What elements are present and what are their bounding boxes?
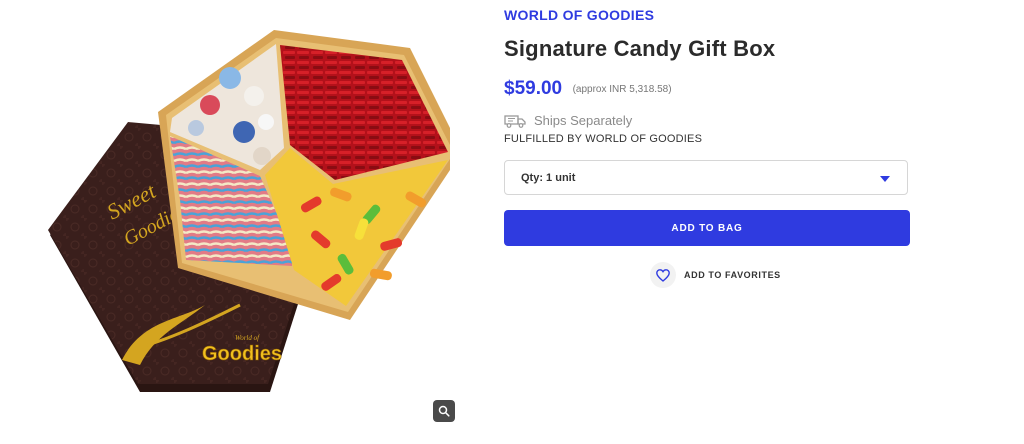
heart-icon <box>656 268 670 282</box>
truck-icon <box>504 114 526 128</box>
add-to-bag-button[interactable]: ADD TO BAG <box>504 210 910 246</box>
magnifier-icon <box>438 405 450 417</box>
shipping-info: Ships Separately <box>504 113 632 128</box>
fulfilled-by: FULFILLED BY WORLD OF GOODIES <box>504 133 703 145</box>
logo-goodies-text: Goodies <box>202 343 282 365</box>
product-title: Signature Candy Gift Box <box>504 36 776 61</box>
product-image: Sweet Goodies World of Goodies <box>48 30 450 392</box>
price-row: $59.00 (approx INR 5,318.58) <box>504 78 672 100</box>
chevron-down-icon <box>880 176 890 182</box>
shipping-note: Ships Separately <box>534 113 633 128</box>
price: $59.00 <box>504 78 563 99</box>
brand-link[interactable]: WORLD OF GOODIES <box>504 7 654 23</box>
quantity-select[interactable]: Qty: 1 unit <box>504 160 908 195</box>
add-to-favorites-button[interactable]: ADD TO FAVORITES <box>650 262 781 288</box>
product-gallery: Sweet Goodies World of Goodies <box>0 0 470 444</box>
logo-small-text: World of <box>235 334 260 342</box>
favorite-icon-circle <box>650 262 676 288</box>
quantity-value: Qty: 1 unit <box>521 172 576 184</box>
approx-price: (approx INR 5,318.58) <box>572 84 672 95</box>
favorites-label: ADD TO FAVORITES <box>684 270 781 280</box>
zoom-button[interactable] <box>433 400 455 422</box>
